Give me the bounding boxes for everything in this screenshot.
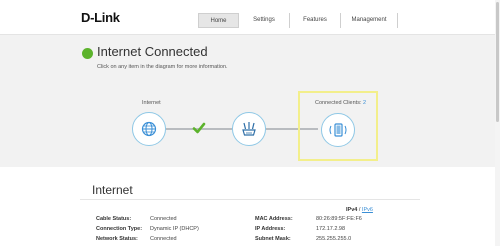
page-title: Internet Connected (97, 44, 208, 59)
connection-type-label: Connection Type: (96, 226, 143, 232)
ipv6-link[interactable]: IPv6 (362, 207, 373, 213)
ipv4-tab[interactable]: IPv4 (346, 207, 357, 213)
check-icon (192, 122, 206, 134)
section-divider (80, 199, 420, 200)
cable-status-value: Connected (150, 216, 177, 222)
tab-settings[interactable]: Settings (239, 13, 290, 28)
internet-node[interactable] (132, 112, 166, 146)
router-node[interactable] (232, 112, 266, 146)
subnet-mask-value: 255.255.255.0 (316, 236, 352, 242)
tab-management[interactable]: Management (341, 13, 398, 28)
router-icon (242, 122, 256, 136)
scrollbar-thumb[interactable] (496, 2, 499, 122)
ip-separator: / (358, 207, 361, 213)
mac-address-label: MAC Address: (255, 216, 293, 222)
connected-status-icon (82, 48, 93, 59)
tab-features[interactable]: Features (290, 13, 341, 28)
globe-icon (141, 121, 157, 137)
internet-node-label: Internet (142, 100, 161, 106)
ip-address-label: IP Address: (255, 226, 286, 232)
network-status-value: Connected (150, 236, 177, 242)
page-scrollbar[interactable] (495, 0, 500, 246)
top-bar: D-Link Home Settings Features Management (0, 0, 500, 34)
network-status-label: Network Status: (96, 236, 138, 242)
cable-status-label: Cable Status: (96, 216, 132, 222)
mac-address-value: 80:26:89:5F:FE:F6 (316, 216, 362, 222)
dlink-logo: D-Link (81, 10, 120, 25)
page-subtitle: Click on any item in the diagram for mor… (97, 64, 228, 70)
tab-home[interactable]: Home (198, 13, 239, 28)
ip-version-toggle: IPv4 / IPv6 (346, 207, 373, 213)
status-panel (0, 34, 500, 167)
ip-address-value: 172.17.2.98 (316, 226, 346, 232)
subnet-mask-label: Subnet Mask: (255, 236, 291, 242)
internet-section-title: Internet (92, 183, 133, 197)
clients-node[interactable] (321, 113, 355, 147)
tablet-icon (329, 123, 347, 137)
main-nav: Home Settings Features Management (198, 13, 398, 28)
connection-type-value: Dynamic IP (DHCP) (150, 226, 199, 232)
